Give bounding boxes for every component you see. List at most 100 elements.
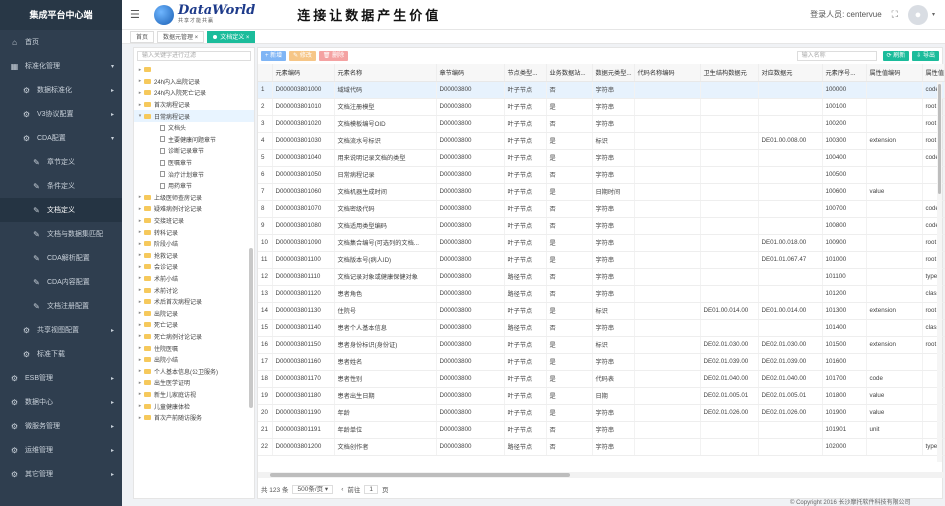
tree-toggle-icon[interactable]: ▸ [136,264,144,270]
table-row[interactable]: 18 D000003801170 患者性别 D00003800 叶子节点是代码表 DE02… [258,370,945,388]
tree-node[interactable]: ▸ 出生医学证明 [134,377,254,389]
tree-node[interactable]: ▸ 上级医师查房记录 [134,192,254,204]
tree-node[interactable]: 文档头 [134,122,254,134]
edit-button[interactable]: ✎ 修改 [289,51,316,61]
tree-node[interactable]: ▸ 转科记录 [134,226,254,238]
table-row[interactable]: 3 D000003801020 文档模板编号OID D00003800 叶子节点否字符串… [258,115,945,133]
sidebar-item[interactable]: ⌂ 首页 [0,30,122,54]
page-number-input[interactable]: 1 [364,484,378,494]
table-row[interactable]: 12 D000003801110 文档记录对象或健康保健对象 D00003800 路径节… [258,268,945,286]
tree-node[interactable]: ▸ 出院小结 [134,354,254,366]
tree-node[interactable]: ▸ 交接班记录 [134,215,254,227]
tree-toggle-icon[interactable]: ▸ [136,241,144,247]
tree-node[interactable]: ▸ 出院记录 [134,307,254,319]
sidebar-item[interactable]: ✎ 文档定义 [0,198,122,222]
prev-page-button[interactable]: ‹ [341,486,343,493]
tree-toggle-icon[interactable]: ▸ [136,322,144,328]
tree-toggle-icon[interactable]: ▸ [136,194,144,200]
table-row[interactable]: 17 D000003801160 患者姓名 D00003800 叶子节点是字符串 DE02… [258,353,945,371]
column-header[interactable]: 元素名称 [334,64,437,82]
tree-node[interactable]: ▸ 个人基本信息(公卫服务) [134,365,254,377]
table-row[interactable]: 16 D000003801150 患者身份标识(身份证) D00003800 叶子节点是… [258,336,945,354]
sidebar-item[interactable]: ✎ CDA解析配置 [0,246,122,270]
tree-toggle-icon[interactable]: ▸ [136,67,144,73]
add-button[interactable]: + 新增 [261,51,287,61]
column-header[interactable]: 卫生结构数据元 [700,64,759,82]
table-row[interactable]: 19 D000003801180 患者出生日期 D00003800 叶子节点是日期 DE0… [258,387,945,405]
table-row[interactable]: 10 D000003801090 文档集合编号(可选列的文档... D00003800… [258,234,945,252]
tree-toggle-icon[interactable]: ▸ [136,287,144,293]
name-search-input[interactable]: 输入名称 [796,51,877,61]
tree-toggle-icon[interactable]: ▸ [136,218,144,224]
tree-toggle-icon[interactable]: ▾ [136,113,144,119]
tab-home[interactable]: 首页 [130,30,155,43]
column-header[interactable]: 数据元类型... [592,64,635,82]
tree-node[interactable]: ▸ 儿童健康体检 [134,400,254,412]
sidebar-item[interactable]: ✎ 章节定义 [0,150,122,174]
table-row[interactable]: 2 D000003801010 文档注册模型 D00003800 叶子节点是字符串 100… [258,98,945,116]
sidebar-item[interactable]: ✎ CDA内容配置 [0,270,122,294]
tree-node[interactable]: ▸ 术前讨论 [134,284,254,296]
tree-toggle-icon[interactable]: ▸ [136,380,144,386]
tree-node[interactable]: ▸ 首次病程记录 [134,99,254,111]
table-vertical-scrollbar[interactable] [937,82,942,462]
sidebar-item[interactable]: ⚙ 共享视图配置 ▸ [0,318,122,342]
column-header[interactable]: 元素序号... [822,64,867,82]
tree-node[interactable]: ▸ 术前小结 [134,273,254,285]
tree-node[interactable]: ▸ 24h内入出院记录 [134,76,254,88]
tree-toggle-icon[interactable]: ▸ [136,229,144,235]
table-row[interactable]: 22 D000003801200 文档创作者 D00003800 路径节点否字符串 102… [258,438,945,456]
scroll-thumb[interactable] [270,473,570,477]
sidebar-item[interactable]: ⚙ 运维管理 ▸ [0,438,122,462]
table-row[interactable]: 20 D000003801190 年龄 D00003800 叶子节点是字符串 DE02.0… [258,404,945,422]
table-row[interactable]: 9 D000003801080 文档适用类型编码 D00003800 叶子节点否字符串 1… [258,217,945,235]
tree-node[interactable]: ▸ 24h内入院死亡记录 [134,87,254,99]
tree-node[interactable]: ▸ [134,64,254,76]
column-header[interactable]: 代码名称编码 [634,64,701,82]
tree-node[interactable]: ▸ 术后首次病程记录 [134,296,254,308]
table-row[interactable]: 5 D000003801040 用来说明记录文档的类型 D00003800 叶子节点是字… [258,149,945,167]
table-row[interactable]: 14 D000003801130 住院号 D00003800 叶子节点是标识 DE01.0… [258,302,945,320]
menu-toggle-icon[interactable]: ☰ [130,8,150,21]
tree-node[interactable]: ▸ 死亡记录 [134,319,254,331]
tree-node[interactable]: ▸ 会诊记录 [134,261,254,273]
sidebar-item[interactable]: ✎ 条件定义 [0,174,122,198]
tab-data-element-management[interactable]: 数据元管理 × [157,30,205,43]
tree-toggle-icon[interactable]: ▸ [136,333,144,339]
export-button[interactable]: ⇩ 导出 [912,51,939,61]
tree-scrollbar[interactable] [249,248,253,408]
chevron-down-icon[interactable]: ▾ [932,11,935,18]
tree-search-input[interactable]: 输入关键字进行过滤 [137,51,251,61]
tree-toggle-icon[interactable]: ▸ [136,345,144,351]
tree-node[interactable]: ▸ 疑难病例讨论记录 [134,203,254,215]
scroll-thumb[interactable] [938,84,941,194]
tab-document-definition[interactable]: 文档定义 × [207,30,256,43]
delete-button[interactable]: 🗑 删除 [318,51,349,61]
column-header[interactable]: 节点类型... [504,64,547,82]
tree-toggle-icon[interactable]: ▸ [136,391,144,397]
tree-node[interactable]: 医嘱章节 [134,157,254,169]
tree-toggle-icon[interactable]: ▸ [136,415,144,421]
tree-node[interactable]: ▸ 新生儿家庭访视 [134,389,254,401]
tree-toggle-icon[interactable]: ▸ [136,357,144,363]
tree-toggle-icon[interactable]: ▸ [136,252,144,258]
tree-node[interactable]: ▸ 死亡病例讨论记录 [134,331,254,343]
table-row[interactable]: 13 D000003801120 患者角色 D00003800 路径节点否字符串 1012… [258,285,945,303]
sidebar-item[interactable]: ▦ 标准化管理 ▾ [0,54,122,78]
sidebar-item[interactable]: ✎ 文档与数据集匹配 [0,222,122,246]
sidebar-item[interactable]: ⚙ 标准下载 [0,342,122,366]
column-header[interactable]: 对应数据元 [758,64,823,82]
page-size-select[interactable]: 500条/页 ▾ [292,484,334,494]
tree-node[interactable]: 用药章节 [134,180,254,192]
table-row[interactable]: 7 D000003801060 文档机器生成时间 D00003800 叶子节点是日期时间… [258,183,945,201]
tree-toggle-icon[interactable]: ▸ [136,403,144,409]
table-row[interactable]: 21 D000003801191 年龄单位 D00003800 叶子节点否字符串 1019… [258,421,945,439]
tree-node[interactable]: ▾ 日常病程记录 [134,110,254,122]
tree-node[interactable]: 治疗计划章节 [134,168,254,180]
tree-toggle-icon[interactable]: ▸ [136,310,144,316]
table-row[interactable]: 6 D000003801050 日常病程记录 D00003800 叶子节点否字符串 100… [258,166,945,184]
table-row[interactable]: 8 D000003801070 文档密级代码 D00003800 叶子节点否字符串 100… [258,200,945,218]
table-row[interactable]: 15 D000003801140 患者个人基本信息 D00003800 路径节点否字符串… [258,319,945,337]
sidebar-item[interactable]: ⚙ V3协议配置 ▸ [0,102,122,126]
tree-node[interactable]: 诊断记录章节 [134,145,254,157]
